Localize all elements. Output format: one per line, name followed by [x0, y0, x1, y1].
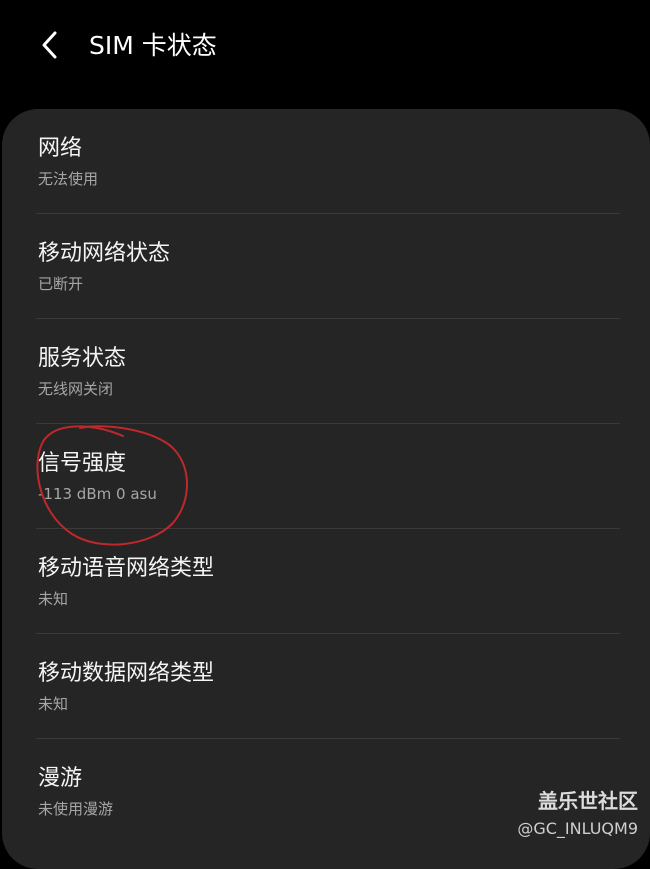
list-item-network[interactable]: 网络 无法使用 — [2, 109, 650, 213]
list-item-mobile-network-state[interactable]: 移动网络状态 已断开 — [2, 214, 650, 318]
list-item-title: 移动数据网络类型 — [38, 661, 215, 686]
list-item-title: 移动语音网络类型 — [38, 556, 215, 581]
chevron-left-icon — [42, 31, 57, 59]
list-item-value: 无线网关闭 — [38, 380, 114, 398]
app-bar: SIM 卡状态 — [0, 0, 650, 100]
list-item-title: 漫游 — [38, 766, 83, 791]
watermark-brand: 盖乐世社区 — [538, 789, 638, 813]
list-item-value: -113 dBm 0 asu — [38, 485, 157, 503]
page-title: SIM 卡状态 — [89, 31, 217, 60]
list-item-service-state[interactable]: 服务状态 无线网关闭 — [2, 319, 650, 423]
back-button[interactable] — [28, 22, 72, 68]
list-item-value: 无法使用 — [38, 170, 99, 188]
list-item-title: 移动网络状态 — [38, 241, 171, 266]
list-item-value: 未知 — [38, 695, 69, 713]
list-item-value: 未知 — [38, 590, 69, 608]
list-item-title: 服务状态 — [38, 346, 127, 371]
list-item-voice-network-type[interactable]: 移动语音网络类型 未知 — [2, 529, 650, 633]
list-item-signal-strength[interactable]: 信号强度 -113 dBm 0 asu — [2, 424, 650, 528]
list-item-value: 已断开 — [38, 275, 84, 293]
list-item-title: 信号强度 — [38, 451, 127, 476]
list-item-value: 未使用漫游 — [38, 800, 114, 818]
watermark-username: @GC_INLUQM9 — [517, 819, 638, 838]
sim-status-list: 网络 无法使用 移动网络状态 已断开 服务状态 无线网关闭 信号强度 -113 … — [2, 109, 650, 869]
list-item-data-network-type[interactable]: 移动数据网络类型 未知 — [2, 634, 650, 738]
list-item-title: 网络 — [38, 136, 83, 161]
